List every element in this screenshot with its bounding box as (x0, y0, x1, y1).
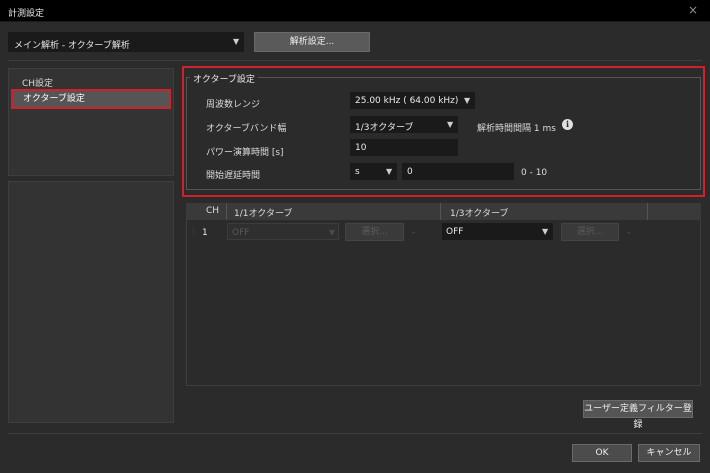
column-separator (226, 203, 227, 220)
user-filter-register-button[interactable]: ユーザー定義フィルター登録 (583, 400, 693, 430)
chevron-down-icon: ▼ (233, 37, 240, 46)
octave-1-1-dash: - (412, 228, 416, 238)
divider (8, 60, 702, 61)
frequency-range-label: 周波数レンジ (206, 100, 261, 110)
band-width-select[interactable]: 1/3オクターブ ▼ (350, 116, 458, 133)
title-bar: 計測設定 × (0, 0, 710, 22)
row-handle-icon: ⋮ (190, 227, 197, 235)
start-delay-input[interactable]: 0 (402, 163, 514, 180)
octave-1-3-value: OFF (446, 227, 464, 237)
chevron-down-icon: ▼ (329, 228, 336, 237)
column-separator (647, 203, 648, 220)
chevron-down-icon: ▼ (447, 120, 454, 129)
analysis-mode-value: メイン解析 - オクターブ解析 (14, 41, 130, 51)
info-icon[interactable]: i (562, 119, 573, 130)
octave-1-3-select[interactable]: OFF ▼ (442, 223, 553, 240)
frequency-range-select[interactable]: 25.00 kHz ( 64.00 kHz) ▼ (350, 92, 475, 109)
power-time-input[interactable]: 10 (350, 139, 458, 156)
nav-detail-panel (8, 181, 174, 423)
octave-settings-title: オクターブ設定 (190, 72, 258, 85)
octave-1-3-dash: - (627, 228, 631, 238)
column-header-ch: CH (206, 206, 220, 216)
chevron-down-icon: ▼ (542, 227, 549, 236)
start-delay-value: 0 (407, 167, 413, 177)
column-separator (440, 203, 441, 220)
table-row-ch: 1 (202, 228, 208, 238)
column-header-octave-1-3: 1/3オクターブ (450, 209, 509, 219)
start-delay-unit-select[interactable]: s ▼ (350, 163, 397, 180)
chevron-down-icon: ▼ (464, 96, 471, 105)
start-delay-unit-value: s (355, 167, 360, 177)
power-time-label: パワー演算時間 [s] (206, 148, 284, 158)
frequency-range-value: 25.00 kHz ( 64.00 kHz) (355, 96, 459, 106)
nav-item-octave-settings[interactable]: オクターブ設定 (11, 89, 171, 109)
octave-1-1-select[interactable]: OFF ▼ (227, 223, 339, 240)
close-icon[interactable]: × (688, 4, 698, 16)
chevron-down-icon: ▼ (386, 167, 393, 176)
nav-item-ch-settings[interactable]: CH設定 (8, 76, 174, 90)
cancel-button[interactable]: キャンセル (638, 444, 700, 462)
ok-button[interactable]: OK (572, 444, 632, 462)
octave-1-3-select-button[interactable]: 選択... (561, 223, 619, 241)
octave-1-1-value: OFF (232, 228, 250, 238)
window-title: 計測設定 (8, 9, 45, 19)
divider (8, 433, 702, 434)
analysis-interval-label: 解析時間間隔 1 ms (477, 124, 556, 134)
power-time-value: 10 (355, 143, 367, 153)
analysis-settings-button[interactable]: 解析設定... (254, 32, 370, 52)
band-width-value: 1/3オクターブ (355, 123, 414, 133)
analysis-mode-select[interactable]: メイン解析 - オクターブ解析 ▼ (8, 32, 244, 52)
start-delay-label: 開始遅延時間 (206, 171, 261, 181)
octave-1-1-select-button[interactable]: 選択... (345, 223, 404, 241)
band-width-label: オクターブバンド幅 (206, 124, 287, 134)
start-delay-range: 0 - 10 (521, 168, 548, 178)
column-header-octave-1-1: 1/1オクターブ (234, 209, 293, 219)
